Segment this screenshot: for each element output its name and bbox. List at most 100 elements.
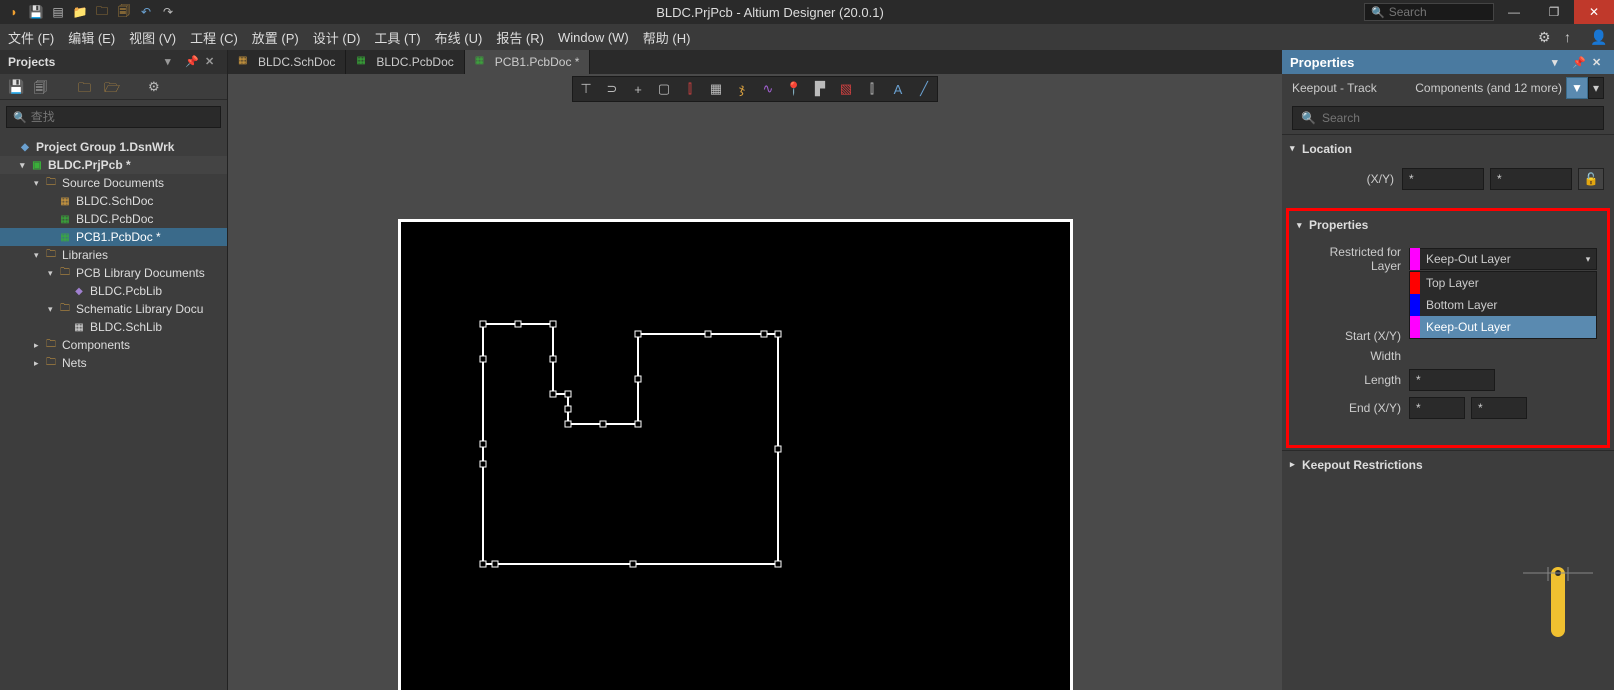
minimize-button[interactable]: — — [1494, 0, 1534, 24]
properties-header: Properties ▾ 📌 ✕ — [1282, 50, 1614, 74]
chart-tool-icon[interactable]: ▧ — [833, 76, 859, 102]
title-bar: ◗ 💾 ▤ 📁 🗀 🗐 ↶ ↷ BLDC.PrjPcb - Altium Des… — [0, 0, 1614, 24]
menu-view[interactable]: 视图 (V) — [129, 28, 176, 47]
global-search[interactable]: 🔍 — [1364, 3, 1494, 21]
pcb-canvas[interactable] — [228, 104, 1282, 690]
menu-file[interactable]: 文件 (F) — [8, 28, 54, 47]
tree-pcb-lib-docs[interactable]: ▾🗀PCB Library Documents — [0, 264, 227, 282]
projects-folder1-icon[interactable]: 🗀 — [78, 79, 94, 95]
projects-refresh-icon[interactable]: 🗐 — [34, 79, 50, 95]
y-input[interactable]: * — [1490, 168, 1572, 190]
open-icon[interactable]: 📁 — [72, 4, 88, 20]
snap-tool-icon[interactable]: ⊃ — [599, 76, 625, 102]
projects-panel-header: Projects ▾ 📌 ✕ — [0, 50, 227, 74]
properties-search[interactable]: 🔍 — [1292, 106, 1604, 130]
save-icon[interactable]: 💾 — [28, 4, 44, 20]
layer-swatch — [1410, 294, 1420, 316]
route-tool-icon[interactable]: ჯ — [729, 76, 755, 102]
endy-input[interactable]: * — [1471, 397, 1527, 419]
tree-libraries[interactable]: ▾🗀Libraries — [0, 246, 227, 264]
properties-search-wrap: 🔍 — [1282, 102, 1614, 134]
menu-route[interactable]: 布线 (U) — [435, 28, 483, 47]
restricted-layer-label: Restricted for Layer — [1299, 245, 1409, 273]
menu-tools[interactable]: 工具 (T) — [374, 28, 420, 47]
filter-dropdown-button[interactable]: ▾ — [1588, 77, 1604, 99]
section-location-header[interactable]: ▾Location — [1282, 134, 1614, 162]
flag-tool-icon[interactable]: ▛ — [807, 76, 833, 102]
panel-menu-icon[interactable]: ▾ — [165, 55, 179, 69]
tab-schdoc[interactable]: ▦BLDC.SchDoc — [228, 50, 346, 74]
restore-button[interactable]: ❐ — [1534, 0, 1574, 24]
panel-pin-icon[interactable]: 📌 — [185, 55, 199, 69]
menu-edit[interactable]: 编辑 (E) — [68, 28, 115, 47]
section-properties-header[interactable]: ▾Properties — [1289, 211, 1607, 239]
undo-icon[interactable]: ↶ — [138, 4, 154, 20]
startxy-label: Start (X/Y) — [1299, 329, 1409, 343]
projects-folder2-icon[interactable]: 🗁 — [104, 79, 120, 95]
keepout-track-shape[interactable] — [478, 314, 788, 574]
projects-save-icon[interactable]: 💾 — [8, 79, 24, 95]
menu-report[interactable]: 报告 (R) — [496, 28, 544, 47]
x-input[interactable]: * — [1402, 168, 1484, 190]
search-icon: 🔍 — [13, 111, 27, 124]
stats-tool-icon[interactable]: ⫿ — [859, 76, 885, 102]
panel-close-icon[interactable]: ✕ — [1592, 56, 1606, 69]
menu-help[interactable]: 帮助 (H) — [643, 28, 691, 47]
length-input[interactable]: * — [1409, 369, 1495, 391]
grid-tool-icon[interactable]: ▦ — [703, 76, 729, 102]
projects-panel-title: Projects — [8, 55, 55, 69]
menu-design[interactable]: 设计 (D) — [313, 28, 361, 47]
line-tool-icon[interactable]: ╱ — [911, 76, 937, 102]
global-search-input[interactable] — [1389, 5, 1487, 19]
gear-icon[interactable]: ⚙ — [1538, 29, 1554, 45]
lock-button[interactable]: 🔓 — [1578, 168, 1604, 190]
tree-nets[interactable]: ▸🗀Nets — [0, 354, 227, 372]
tab-pcbdoc[interactable]: ▦BLDC.PcbDoc — [346, 50, 464, 74]
tree-components[interactable]: ▸🗀Components — [0, 336, 227, 354]
copy-icon[interactable]: 🗐 — [116, 4, 132, 20]
close-button[interactable]: ✕ — [1574, 0, 1614, 24]
editor-toolbar: ⊤ ⊃ + ▢ ⫿ ▦ ჯ ∿ 📍 ▛ ▧ ⫿ A ╱ — [228, 74, 1282, 104]
layer-option-top[interactable]: Top Layer — [1410, 272, 1596, 294]
panel-pin-icon[interactable]: 📌 — [1572, 56, 1586, 69]
tree-project-group[interactable]: ◆Project Group 1.DsnWrk — [0, 138, 227, 156]
panel-menu-icon[interactable]: ▾ — [1552, 56, 1566, 69]
menu-project[interactable]: 工程 (C) — [190, 28, 238, 47]
projects-panel: Projects ▾ 📌 ✕ 💾 🗐 🗀 🗁 ⚙ 🔍 ◆Project Grou… — [0, 50, 228, 690]
tree-pcb1[interactable]: ▦PCB1.PcbDoc * — [0, 228, 227, 246]
projects-search[interactable]: 🔍 — [6, 106, 221, 128]
endx-input[interactable]: * — [1409, 397, 1465, 419]
panel-close-icon[interactable]: ✕ — [205, 55, 219, 69]
tree-pcblib[interactable]: ◆BLDC.PcbLib — [0, 282, 227, 300]
filter-button[interactable]: ▼ — [1566, 77, 1588, 99]
align-tool-icon[interactable]: ⫿ — [677, 76, 703, 102]
wave-tool-icon[interactable]: ∿ — [755, 76, 781, 102]
restricted-layer-dropdown[interactable]: Keep-Out Layer ▾ Top Layer Bottom Layer — [1409, 248, 1597, 270]
rect-tool-icon[interactable]: ▢ — [651, 76, 677, 102]
filter-summary: Components (and 12 more) — [1415, 81, 1562, 95]
section-keepout-restrictions-header[interactable]: ▸Keepout Restrictions — [1282, 450, 1614, 478]
menu-place[interactable]: 放置 (P) — [252, 28, 299, 47]
projects-settings-icon[interactable]: ⚙ — [148, 79, 164, 95]
menu-window[interactable]: Window (W) — [558, 30, 629, 45]
text-tool-icon[interactable]: A — [885, 76, 911, 102]
tree-sch-lib-docs[interactable]: ▾🗀Schematic Library Docu — [0, 300, 227, 318]
pin-tool-icon[interactable]: 📍 — [781, 76, 807, 102]
save-all-icon[interactable]: ▤ — [50, 4, 66, 20]
tree-schdoc[interactable]: ▦BLDC.SchDoc — [0, 192, 227, 210]
tree-pcbdoc[interactable]: ▦BLDC.PcbDoc — [0, 210, 227, 228]
layer-option-bottom[interactable]: Bottom Layer — [1410, 294, 1596, 316]
plus-tool-icon[interactable]: + — [625, 76, 651, 102]
folder-icon[interactable]: 🗀 — [94, 4, 110, 20]
projects-search-input[interactable] — [31, 110, 214, 124]
redo-icon[interactable]: ↷ — [160, 4, 176, 20]
user-icon[interactable]: 👤▾ — [1590, 29, 1606, 45]
layer-option-keepout[interactable]: Keep-Out Layer — [1410, 316, 1596, 338]
tree-project[interactable]: ▾▣BLDC.PrjPcb * — [0, 156, 227, 174]
tree-schlib[interactable]: ▦BLDC.SchLib — [0, 318, 227, 336]
properties-search-input[interactable] — [1322, 111, 1595, 125]
notification-icon[interactable]: ↑ — [1564, 29, 1580, 45]
tree-source-documents[interactable]: ▾🗀Source Documents — [0, 174, 227, 192]
tab-pcb1[interactable]: ▦PCB1.PcbDoc * — [465, 50, 591, 74]
filter-tool-icon[interactable]: ⊤ — [573, 76, 599, 102]
